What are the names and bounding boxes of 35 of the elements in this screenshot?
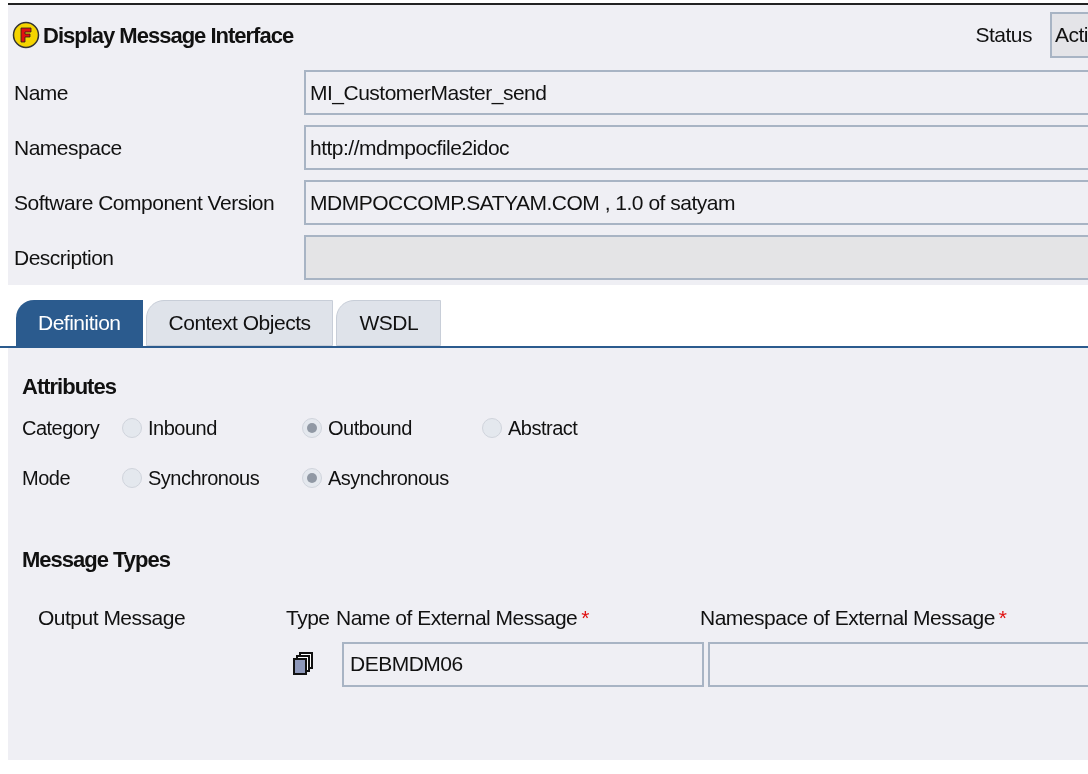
field-label: Name <box>14 79 70 106</box>
column-header: Namespace of External Message * <box>700 605 1008 631</box>
group-label: Category <box>22 416 101 441</box>
input-field[interactable]: http://mdmpocfile2idoc <box>304 125 1088 170</box>
radio-option[interactable]: Inbound <box>122 413 302 443</box>
input-field[interactable] <box>708 641 1088 687</box>
window-title: Display Message Interface <box>43 21 294 50</box>
row-label: Output Message <box>37 605 187 631</box>
tab[interactable]: Context Objects <box>145 300 334 346</box>
input-field[interactable]: MDMPOCCOMP.SATYAM.COM , 1.0 of satyam <box>304 180 1088 225</box>
radio-icon[interactable] <box>482 418 502 438</box>
section-heading: Attributes <box>22 373 117 401</box>
group-label: Mode <box>22 466 72 491</box>
column-header: Type <box>286 605 331 631</box>
radio-option[interactable]: Outbound <box>302 413 482 443</box>
field-label: Description <box>14 244 115 271</box>
column-header: Name of External Message * <box>336 605 590 631</box>
field-label: Software Component Version <box>14 189 276 216</box>
radio-icon[interactable] <box>302 468 322 488</box>
tab[interactable]: WSDL <box>336 300 442 346</box>
radio-icon[interactable] <box>122 468 142 488</box>
radio-option[interactable]: Synchronous <box>122 463 302 493</box>
radio-option[interactable]: Asynchronous <box>302 463 482 493</box>
input-field[interactable]: MI_CustomerMaster_send <box>304 70 1088 115</box>
radio-option[interactable]: Abstract <box>482 413 662 443</box>
documents-icon <box>292 652 314 676</box>
status-label: Status <box>975 22 1032 49</box>
radio-icon[interactable] <box>122 418 142 438</box>
tab[interactable]: Definition <box>16 300 143 346</box>
section-heading: Message Types <box>22 546 171 574</box>
input-field[interactable]: DEBMDM06 <box>342 641 704 687</box>
status-field: Acti <box>1050 12 1088 58</box>
field-label: Namespace <box>14 134 123 161</box>
radio-icon[interactable] <box>302 418 322 438</box>
interface-logo-icon <box>12 21 40 49</box>
